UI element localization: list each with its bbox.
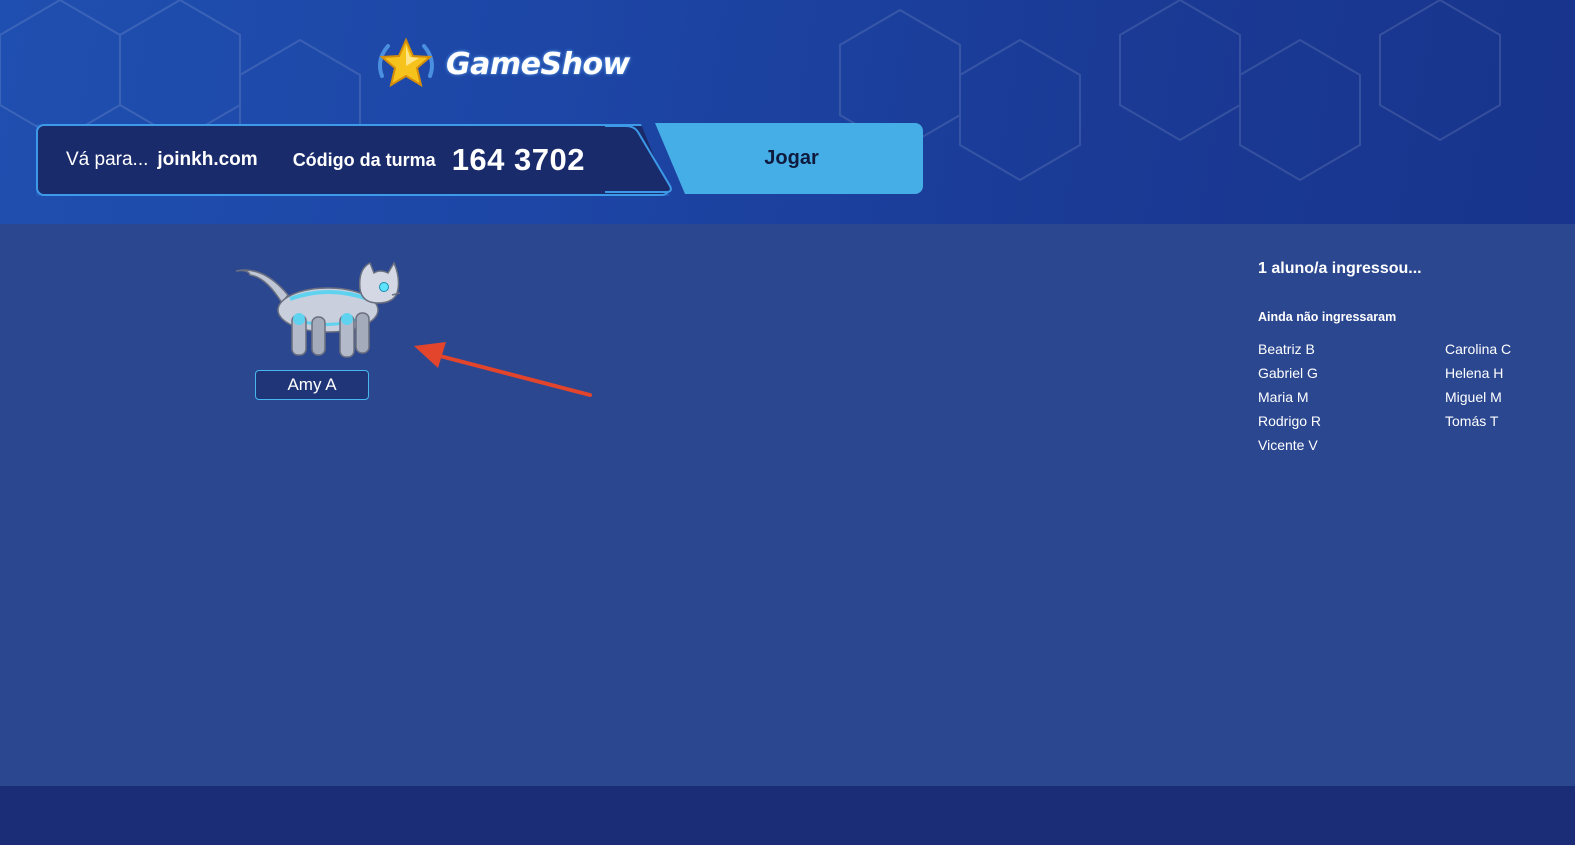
robot-cat-avatar [235,261,401,358]
roster-panel: 1 aluno/a ingressou... Ainda não ingress… [1258,254,1548,455]
gameshow-logo: GameShow [372,36,630,92]
join-url: joinkh.com [157,149,258,170]
goto-label: Vá para... [66,149,149,170]
not-joined-list: Beatriz B Carolina C Gabriel G Helena H … [1258,340,1548,455]
annotation-arrow [414,342,592,397]
list-item: Vicente V [1258,437,1318,453]
footer-bar [0,786,1575,845]
not-joined-heading: Ainda não ingressaram [1258,310,1397,324]
class-code: 164 3702 [451,142,585,177]
play-button[interactable]: Jogar [655,123,923,194]
logo-text: GameShow [446,46,630,82]
play-button-label: Jogar [764,147,819,169]
list-item: Gabriel G [1258,365,1318,381]
list-item: Beatriz B [1258,341,1315,357]
list-item: Tomás T [1445,413,1499,429]
joined-count: 1 aluno/a ingressou... [1258,260,1422,277]
star-icon [378,37,434,88]
list-item: Helena H [1445,365,1504,381]
player-name-tag: Amy A [255,370,369,400]
list-item: Rodrigo R [1258,413,1322,429]
top-header: GameShow Vá para... joinkh.com Código da… [0,0,1575,224]
join-info: Vá para... joinkh.com Código da turma 16… [66,124,585,196]
list-item: Miguel M [1445,389,1502,405]
list-item: Carolina C [1445,341,1512,357]
class-code-label: Código da turma [292,149,436,170]
list-item: Maria M [1258,389,1309,405]
